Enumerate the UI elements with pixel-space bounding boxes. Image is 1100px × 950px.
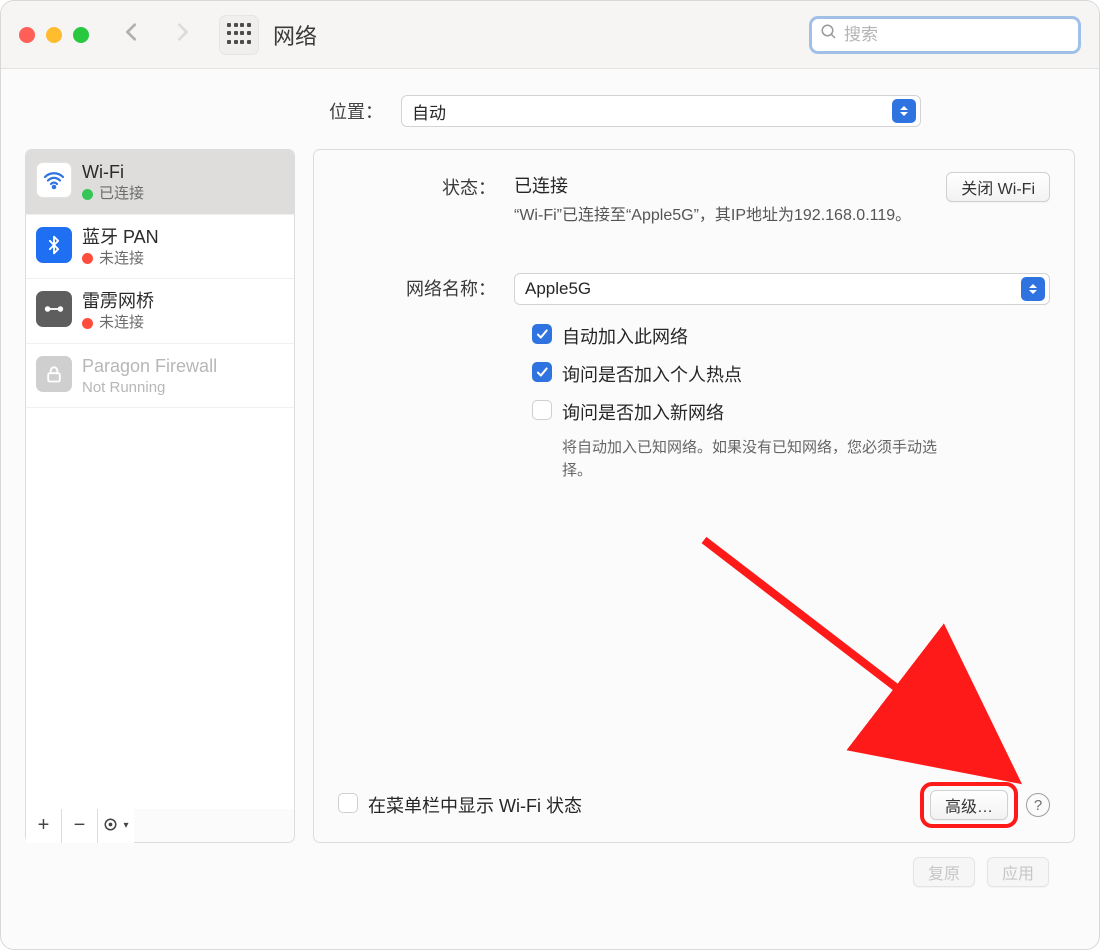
search-field[interactable] — [809, 16, 1081, 54]
show-in-menubar-label: 在菜单栏中显示 Wi‑Fi 状态 — [368, 792, 582, 818]
interface-name: Wi-Fi — [82, 160, 144, 184]
zoom-window-button[interactable] — [73, 27, 89, 43]
show-in-menubar-checkbox[interactable] — [338, 793, 358, 813]
interfaces-sidebar: Wi-Fi 已连接 蓝牙 PAN 未连接 — [25, 149, 295, 843]
toolbar: 网络 — [1, 1, 1099, 69]
close-window-button[interactable] — [19, 27, 35, 43]
window-controls — [19, 27, 89, 43]
status-value: 已连接 — [514, 172, 934, 198]
interface-detail-panel: 状态： 已连接 “Wi-Fi”已连接至“Apple5G”，其IP地址为192.1… — [313, 149, 1075, 843]
location-label: 位置： — [329, 98, 383, 124]
add-interface-button[interactable]: + — [26, 809, 62, 843]
sidebar-item-wifi[interactable]: Wi-Fi 已连接 — [26, 150, 294, 215]
sidebar-item-thunderbolt-bridge[interactable]: 雷雳网桥 未连接 — [26, 279, 294, 344]
status-description: “Wi-Fi”已连接至“Apple5G”，其IP地址为192.168.0.119… — [514, 204, 934, 227]
auto-join-checkbox[interactable] — [532, 324, 552, 344]
interface-name: 雷雳网桥 — [82, 289, 154, 313]
help-button[interactable]: ? — [1026, 793, 1050, 817]
bluetooth-icon — [36, 227, 72, 263]
interface-status: 未连接 — [99, 249, 144, 269]
lock-icon — [36, 356, 72, 392]
interface-status: Not Running — [82, 378, 217, 398]
back-button[interactable] — [121, 20, 143, 49]
updown-icon — [1021, 277, 1045, 301]
remove-interface-button[interactable]: − — [62, 809, 98, 843]
updown-icon — [892, 99, 916, 123]
ask-hotspot-label: 询问是否加入个人热点 — [562, 361, 742, 387]
pane-title: 网络 — [273, 19, 317, 51]
network-name-label: 网络名称： — [338, 273, 514, 301]
thunderbolt-bridge-icon — [36, 291, 72, 327]
interface-name: 蓝牙 PAN — [82, 225, 159, 249]
location-value: 自动 — [412, 99, 446, 124]
advanced-button[interactable]: 高级… — [930, 790, 1008, 820]
interface-status: 已连接 — [99, 184, 144, 204]
grid-icon — [227, 23, 251, 47]
list-footer: + − ▾ — [25, 809, 295, 843]
network-prefpane-window: 网络 位置： 自动 — [0, 0, 1100, 950]
status-label: 状态： — [338, 172, 514, 200]
search-input[interactable] — [844, 25, 1070, 45]
network-name-value: Apple5G — [525, 279, 591, 299]
apply-button[interactable]: 应用 — [987, 857, 1049, 887]
show-all-prefs-button[interactable] — [219, 15, 259, 55]
ask-new-checkbox[interactable] — [532, 400, 552, 420]
ask-new-hint: 将自动加入已知网络。如果没有已知网络，您必须手动选择。 — [562, 437, 962, 482]
sidebar-item-bluetooth-pan[interactable]: 蓝牙 PAN 未连接 — [26, 215, 294, 280]
interfaces-list[interactable]: Wi-Fi 已连接 蓝牙 PAN 未连接 — [25, 149, 295, 809]
more-options-button[interactable]: ▾ — [98, 809, 134, 843]
annotation-arrow-icon — [684, 520, 1034, 800]
wifi-icon — [36, 162, 72, 198]
interface-status: 未连接 — [99, 313, 144, 333]
minimize-window-button[interactable] — [46, 27, 62, 43]
search-icon — [820, 23, 838, 46]
forward-button[interactable] — [171, 20, 193, 49]
auto-join-label: 自动加入此网络 — [562, 323, 688, 349]
revert-button[interactable]: 复原 — [913, 857, 975, 887]
ask-hotspot-checkbox[interactable] — [532, 362, 552, 382]
sidebar-item-paragon-firewall[interactable]: Paragon Firewall Not Running — [26, 344, 294, 409]
interface-name: Paragon Firewall — [82, 354, 217, 378]
ask-new-label: 询问是否加入新网络 — [562, 399, 724, 425]
location-select[interactable]: 自动 — [401, 95, 921, 127]
annotation-highlight: 高级… — [920, 782, 1018, 828]
status-dot-icon — [82, 189, 93, 200]
status-dot-icon — [82, 318, 93, 329]
turn-off-wifi-button[interactable]: 关闭 Wi‑Fi — [946, 172, 1050, 202]
network-name-select[interactable]: Apple5G — [514, 273, 1050, 305]
status-dot-icon — [82, 253, 93, 264]
